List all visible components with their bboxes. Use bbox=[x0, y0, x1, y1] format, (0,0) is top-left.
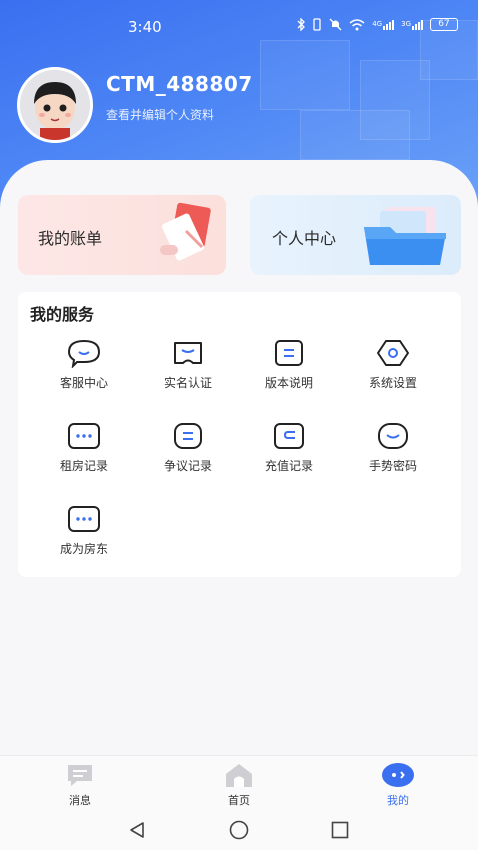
status-bar: 3:40 4G 3G 67 bbox=[0, 0, 478, 56]
service-label: 实名认证 bbox=[163, 376, 212, 390]
service-real-name-auth[interactable]: 实名认证 bbox=[133, 338, 243, 408]
status-time: 3:40 bbox=[128, 18, 162, 36]
mute-icon bbox=[329, 18, 342, 31]
vibrate-icon bbox=[313, 18, 321, 31]
service-label: 客服中心 bbox=[59, 376, 108, 390]
avatar[interactable] bbox=[17, 67, 93, 143]
service-rent-records[interactable]: 租房记录 bbox=[29, 421, 139, 491]
wifi-icon bbox=[349, 18, 365, 30]
my-bill-label: 我的账单 bbox=[38, 229, 103, 248]
gesture-lock-icon bbox=[378, 423, 408, 449]
landlord-icon bbox=[68, 506, 100, 532]
rent-record-icon bbox=[68, 423, 100, 449]
service-gesture-password[interactable]: 手势密码 bbox=[338, 421, 448, 491]
network-type-b: 3G bbox=[401, 19, 411, 28]
my-services-title: 我的服务 bbox=[30, 305, 95, 324]
folder-illustration-icon bbox=[364, 207, 446, 265]
service-label: 租房记录 bbox=[59, 459, 108, 473]
wallet-icon bbox=[274, 423, 304, 449]
settings-icon bbox=[377, 340, 409, 366]
tab-label: 首页 bbox=[228, 794, 250, 807]
status-icons: 4G 3G 67 bbox=[297, 18, 458, 31]
personal-center-label: 个人中心 bbox=[272, 229, 337, 248]
network-type-a: 4G bbox=[372, 19, 383, 28]
bottom-tab-bar: 消息 首页 我的 bbox=[0, 755, 478, 810]
service-label: 手势密码 bbox=[368, 459, 417, 473]
edit-profile-link[interactable]: 查看并编辑个人资料 bbox=[106, 106, 214, 123]
recents-nav-icon[interactable] bbox=[330, 820, 350, 840]
bluetooth-icon bbox=[297, 18, 306, 31]
tab-label: 我的 bbox=[387, 794, 409, 807]
profile-icon bbox=[382, 763, 414, 787]
tab-mine[interactable]: 我的 bbox=[358, 762, 438, 808]
service-label: 成为房东 bbox=[59, 542, 108, 556]
signal-3g-icon: 3G bbox=[401, 19, 423, 30]
chat-bubble-icon bbox=[67, 339, 101, 368]
back-nav-icon[interactable] bbox=[127, 820, 147, 840]
tab-label: 消息 bbox=[69, 794, 91, 807]
home-icon bbox=[226, 764, 252, 787]
service-label: 充值记录 bbox=[264, 459, 313, 473]
service-system-settings[interactable]: 系统设置 bbox=[338, 338, 448, 408]
username[interactable]: CTM_488807 bbox=[106, 72, 253, 96]
personal-center-card[interactable]: 个人中心 bbox=[250, 195, 461, 275]
my-services-panel: 我的服务 客服中心 实名认证 版本说明 系统设置 租房记录 争议记录 充值记录 … bbox=[18, 292, 461, 577]
tab-messages[interactable]: 消息 bbox=[40, 762, 120, 808]
service-become-landlord[interactable]: 成为房东 bbox=[29, 504, 139, 574]
service-customer-center[interactable]: 客服中心 bbox=[29, 338, 139, 408]
battery-indicator: 67 bbox=[430, 18, 458, 31]
service-label: 版本说明 bbox=[264, 376, 313, 390]
tab-home[interactable]: 首页 bbox=[199, 762, 279, 808]
message-icon bbox=[68, 765, 92, 786]
document-icon bbox=[275, 340, 303, 366]
home-nav-icon[interactable] bbox=[228, 820, 250, 840]
id-verify-icon bbox=[174, 342, 202, 364]
service-recharge-records[interactable]: 充值记录 bbox=[234, 421, 344, 491]
dispute-record-icon bbox=[174, 423, 202, 449]
my-bill-card[interactable]: 我的账单 bbox=[18, 195, 226, 275]
bill-illustration-icon bbox=[160, 202, 211, 261]
signal-4g-icon: 4G bbox=[372, 19, 395, 30]
service-label: 争议记录 bbox=[163, 459, 212, 473]
system-nav-bar bbox=[0, 810, 478, 850]
service-label: 系统设置 bbox=[368, 376, 417, 390]
service-version-notes[interactable]: 版本说明 bbox=[234, 338, 344, 408]
avatar-image bbox=[20, 70, 90, 140]
service-dispute-records[interactable]: 争议记录 bbox=[133, 421, 243, 491]
